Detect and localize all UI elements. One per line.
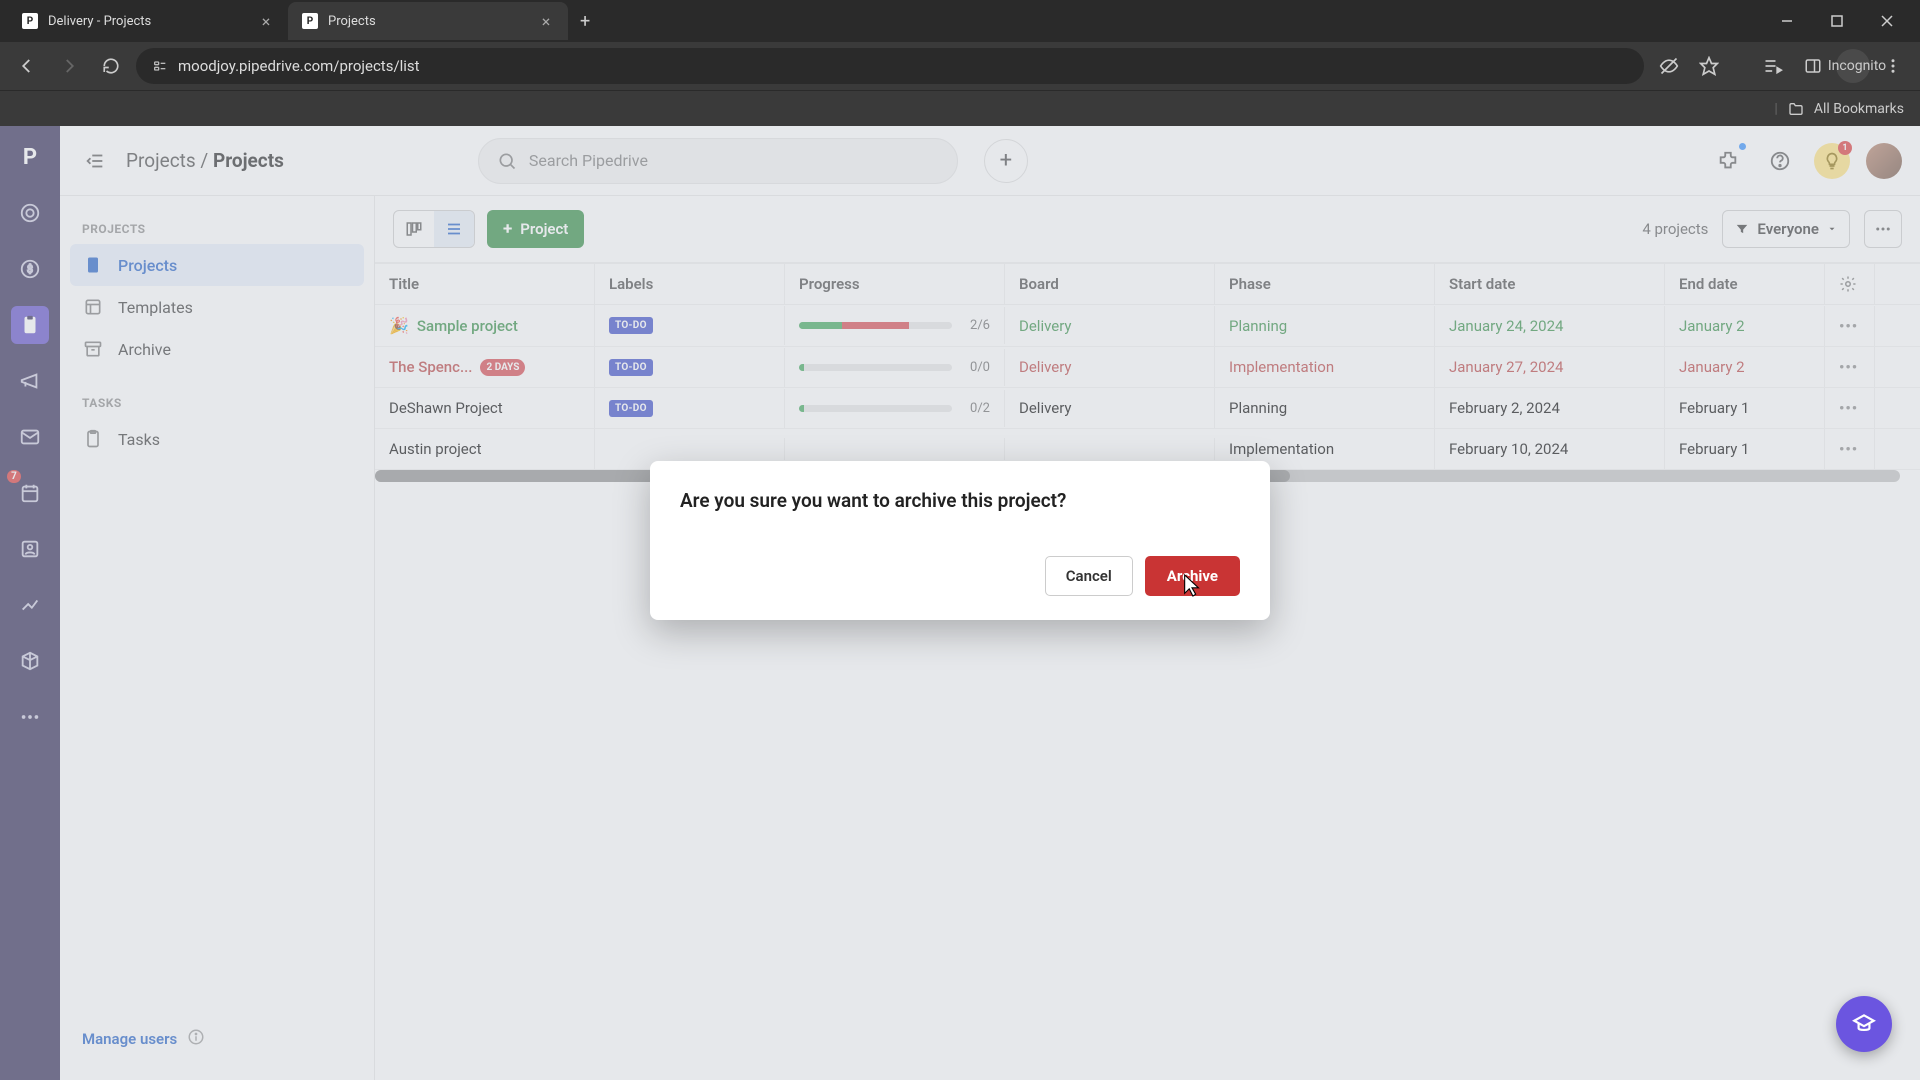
browser-menu-icon[interactable] [1876,49,1910,83]
modal-title: Are you sure you want to archive this pr… [680,489,1240,512]
bookmarks-bar: | All Bookmarks [0,90,1920,126]
back-icon[interactable] [10,49,44,83]
maximize-icon[interactable] [1812,2,1862,40]
tab-bar: P Delivery - Projects × P Projects × + [0,0,1920,42]
tab-title: Projects [328,14,528,29]
window-controls [1762,2,1912,40]
panel-icon[interactable] [1796,49,1830,83]
url-input[interactable]: moodjoy.pipedrive.com/projects/list [136,48,1644,84]
modal-actions: Cancel Archive [680,556,1240,596]
app: P $ 7 Projects / Projects Search Pipedri… [0,126,1920,1080]
archive-confirm-modal: Are you sure you want to archive this pr… [650,461,1270,620]
new-tab-button[interactable]: + [568,11,602,32]
tab-title: Delivery - Projects [48,14,248,29]
browser-tab[interactable]: P Projects × [288,2,568,40]
minimize-icon[interactable] [1762,2,1812,40]
playlist-icon[interactable] [1756,49,1790,83]
favicon-icon: P [22,13,38,29]
close-window-icon[interactable] [1862,2,1912,40]
site-settings-icon[interactable] [152,58,168,74]
eye-off-icon[interactable] [1652,49,1686,83]
browser-tab[interactable]: P Delivery - Projects × [8,2,288,40]
favicon-icon: P [302,13,318,29]
close-icon[interactable]: × [258,13,274,29]
folder-icon [1788,101,1804,117]
archive-button[interactable]: Archive [1145,556,1240,596]
url-actions: Incognito [1652,49,1910,83]
forward-icon[interactable] [52,49,86,83]
star-icon[interactable] [1692,49,1726,83]
close-icon[interactable]: × [538,13,554,29]
cancel-button[interactable]: Cancel [1045,556,1133,596]
incognito-badge[interactable]: Incognito [1836,49,1870,83]
browser-chrome: P Delivery - Projects × P Projects × + m… [0,0,1920,126]
url-bar: moodjoy.pipedrive.com/projects/list Inco… [0,42,1920,90]
modal-backdrop[interactable]: Are you sure you want to archive this pr… [0,126,1920,1080]
url-text: moodjoy.pipedrive.com/projects/list [178,57,420,75]
all-bookmarks-link[interactable]: All Bookmarks [1814,101,1904,117]
reload-icon[interactable] [94,49,128,83]
